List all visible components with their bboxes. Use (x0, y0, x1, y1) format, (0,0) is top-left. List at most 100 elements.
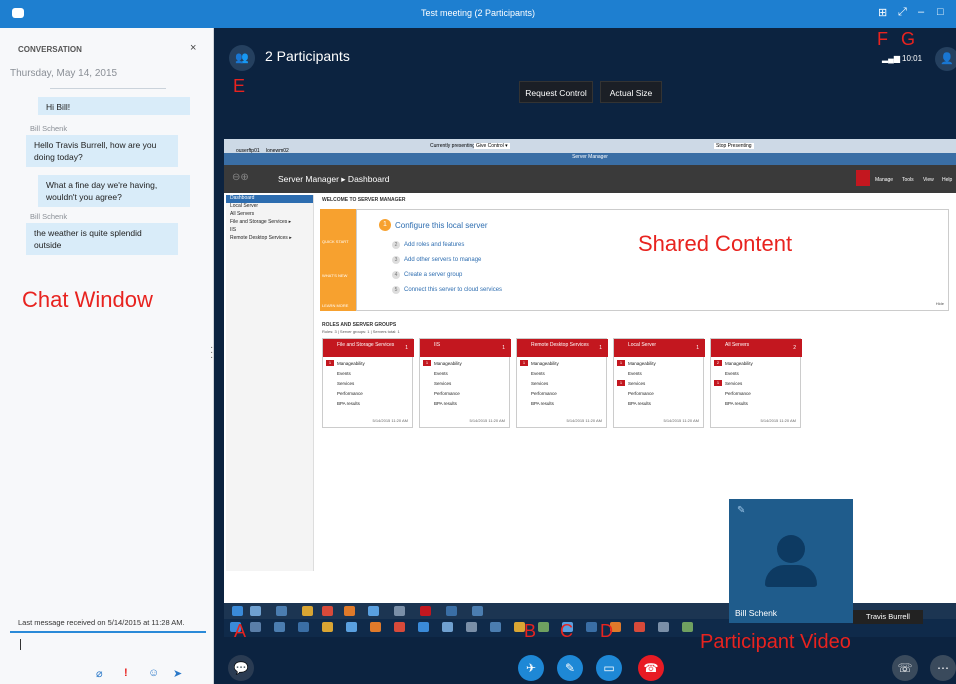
give-control-dropdown[interactable]: Give Control ▾ (474, 143, 510, 149)
taskbar-app-icon[interactable] (276, 606, 287, 616)
participants-icon[interactable]: 👥 (229, 45, 255, 71)
layout-icon[interactable]: ⊞ (878, 6, 887, 19)
taskbar-app-icon[interactable] (368, 606, 379, 616)
taskbar-app-icon[interactable] (658, 622, 669, 632)
quick-start-label[interactable]: QUICK START (322, 239, 349, 244)
stop-presenting-button[interactable]: Stop Presenting (714, 143, 754, 149)
emoticon-icon[interactable]: ☺ (148, 667, 159, 679)
tile-row[interactable]: Services (725, 381, 742, 386)
tile-row[interactable]: Events (434, 371, 448, 376)
taskbar-app-icon[interactable] (394, 606, 405, 616)
tile-row[interactable]: Services (337, 381, 354, 386)
taskbar-app-icon[interactable] (250, 606, 261, 616)
learn-more-label[interactable]: LEARN MORE (322, 303, 348, 308)
taskbar-app-icon[interactable] (344, 606, 355, 616)
taskbar-app-icon[interactable] (250, 622, 261, 632)
taskbar-app-icon[interactable] (442, 622, 453, 632)
nav-file-storage[interactable]: File and Storage Services ▸ (226, 219, 313, 227)
request-control-button[interactable]: Request Control (519, 81, 593, 103)
taskbar-app-icon[interactable] (418, 622, 429, 632)
menu-manage[interactable]: Manage (875, 177, 893, 183)
attachment-icon[interactable]: ⌀ (96, 667, 103, 680)
actual-size-button[interactable]: Actual Size (600, 81, 662, 103)
taskbar-app-icon[interactable] (634, 622, 645, 632)
tile-row[interactable]: Events (725, 371, 739, 376)
role-tile[interactable]: All Servers 2 2 1 Manageability Events S… (710, 338, 802, 428)
tile-row[interactable]: Events (628, 371, 642, 376)
tile-row[interactable]: Manageability (337, 361, 365, 366)
nav-remote-desktop[interactable]: Remote Desktop Services ▸ (226, 235, 313, 243)
call-controls-button[interactable]: ☏ (892, 655, 918, 681)
step-connect-cloud[interactable]: 5 Connect this server to cloud services (392, 286, 502, 294)
tile-row[interactable]: Manageability (725, 361, 753, 366)
step-create-group[interactable]: 4 Create a server group (392, 271, 462, 279)
add-person-icon[interactable]: 👤 (935, 47, 956, 71)
tile-row[interactable]: Performance (434, 391, 460, 396)
step-add-servers[interactable]: 3 Add other servers to manage (392, 256, 481, 264)
taskbar-app-icon[interactable] (322, 622, 333, 632)
hide-link[interactable]: Hide (936, 301, 944, 306)
tile-row[interactable]: Services (628, 381, 645, 386)
configure-link[interactable]: Configure this local server (395, 221, 487, 230)
taskbar-app-icon[interactable] (472, 606, 483, 616)
close-icon[interactable]: × (190, 42, 196, 54)
tile-row[interactable]: Manageability (434, 361, 462, 366)
role-tile[interactable]: Local Server 1 1 1 Manageability Events … (613, 338, 705, 428)
maximize-icon[interactable]: □ (937, 6, 944, 18)
nav-local-server[interactable]: Local Server (226, 203, 313, 211)
taskbar-app-icon[interactable] (446, 606, 457, 616)
tile-row[interactable]: BPA results (337, 401, 360, 406)
taskbar-app-icon[interactable] (586, 622, 597, 632)
resize-handle[interactable]: · · · (210, 343, 213, 363)
chat-toggle-button[interactable]: 💬 (228, 655, 254, 681)
tile-row[interactable]: BPA results (531, 401, 554, 406)
video-off-button[interactable]: ✈ (518, 655, 544, 681)
message-input[interactable] (20, 639, 21, 650)
tile-row[interactable]: Services (434, 381, 451, 386)
participant-video[interactable]: ✎ (729, 499, 853, 623)
taskbar-app-icon[interactable] (682, 622, 693, 632)
tile-row[interactable]: Events (337, 371, 351, 376)
tile-row[interactable]: BPA results (628, 401, 651, 406)
taskbar-app-icon[interactable] (298, 622, 309, 632)
nav-all-servers[interactable]: All Servers (226, 211, 313, 219)
send-icon[interactable]: ➤ (173, 667, 182, 680)
taskbar-app-icon[interactable] (346, 622, 357, 632)
role-tile[interactable]: File and Storage Services 1 1 Manageabil… (322, 338, 414, 428)
role-tile[interactable]: IIS 1 1 Manageability Events Services Pe… (419, 338, 511, 428)
tile-row[interactable]: Performance (725, 391, 751, 396)
mic-mute-button[interactable]: ✎ (557, 655, 583, 681)
start-icon[interactable] (232, 606, 243, 616)
taskbar-app-icon[interactable] (274, 622, 285, 632)
fullscreen-icon[interactable]: ⤢ (898, 6, 907, 19)
tile-row[interactable]: Performance (531, 391, 557, 396)
tile-row[interactable]: Manageability (628, 361, 656, 366)
taskbar-app-icon[interactable] (538, 622, 549, 632)
nav-iis[interactable]: IIS (226, 227, 313, 235)
taskbar-app-icon[interactable] (490, 622, 501, 632)
present-button[interactable]: ▭ (596, 655, 622, 681)
step-add-roles[interactable]: 2 Add roles and features (392, 241, 464, 249)
menu-view[interactable]: View (923, 177, 934, 183)
nav-dashboard[interactable]: Dashboard (226, 195, 313, 203)
tile-row[interactable]: Manageability (531, 361, 559, 366)
back-forward-icon[interactable]: ⊖⊕ (232, 172, 249, 183)
menu-help[interactable]: Help (942, 177, 952, 183)
taskbar-app-icon[interactable] (466, 622, 477, 632)
whats-new-label[interactable]: WHAT'S NEW (322, 273, 347, 278)
notification-flag-icon[interactable] (856, 170, 870, 186)
taskbar-app-icon[interactable] (420, 606, 431, 616)
menu-tools[interactable]: Tools (902, 177, 914, 183)
taskbar-app-icon[interactable] (322, 606, 333, 616)
more-options-button[interactable]: ⋯ (930, 655, 956, 681)
importance-icon[interactable]: ! (124, 667, 128, 679)
tile-row[interactable]: Services (531, 381, 548, 386)
hang-up-button[interactable]: ☎ (638, 655, 664, 681)
tile-row[interactable]: Events (531, 371, 545, 376)
tile-row[interactable]: BPA results (725, 401, 748, 406)
participants-count[interactable]: 2 Participants (265, 48, 350, 64)
taskbar-app-icon[interactable] (394, 622, 405, 632)
tile-row[interactable]: BPA results (434, 401, 457, 406)
tile-row[interactable]: Performance (628, 391, 654, 396)
minimize-icon[interactable]: – (918, 6, 924, 18)
